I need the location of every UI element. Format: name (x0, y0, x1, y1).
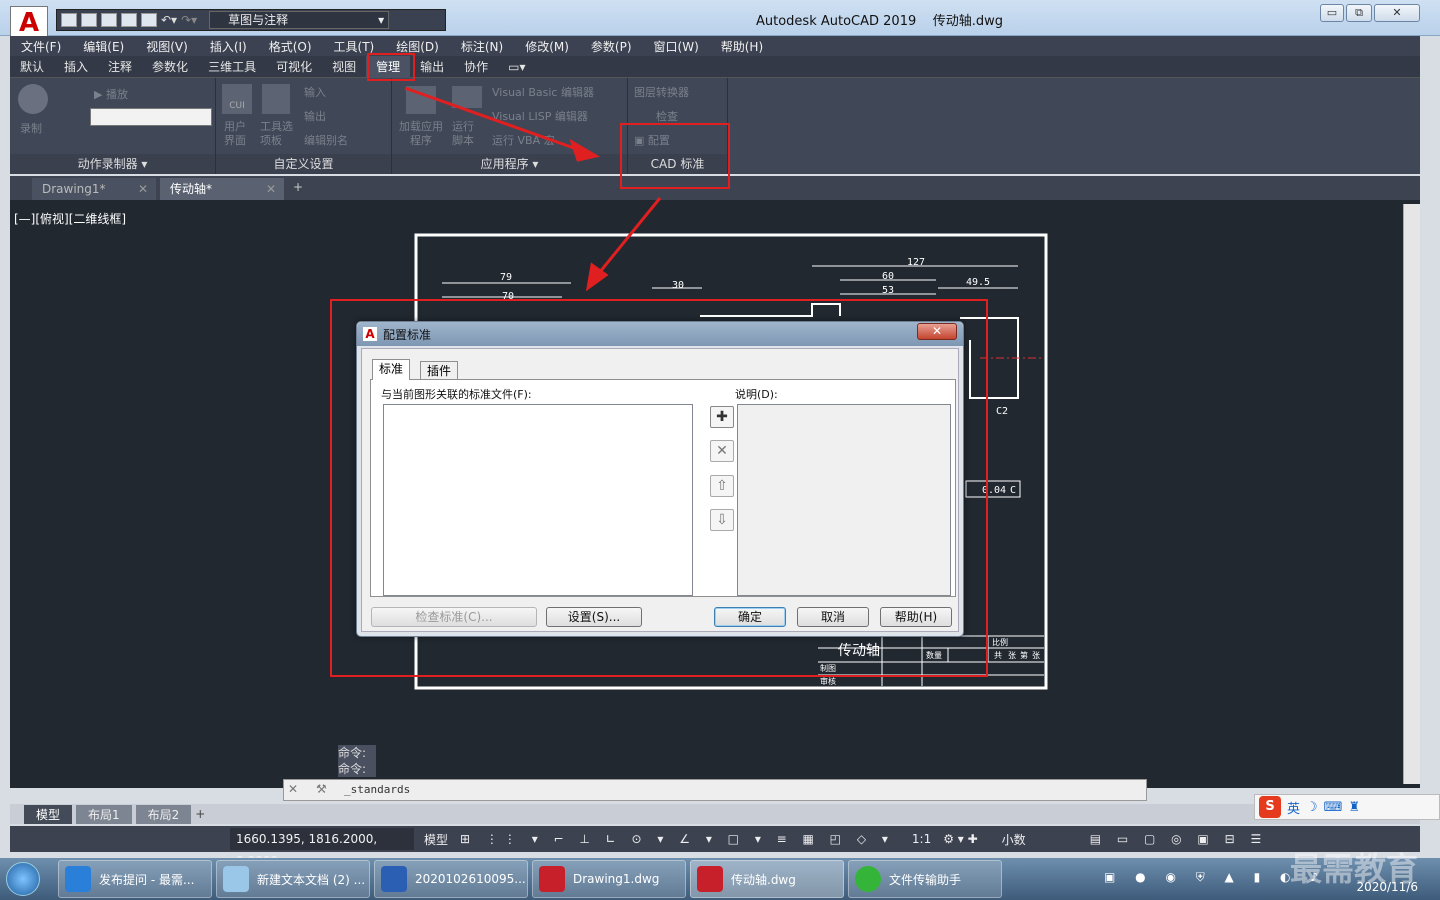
autocad-icon (697, 866, 723, 892)
taskbar-label: 发布提问 - 最需... (99, 872, 195, 887)
ie-icon (65, 866, 91, 892)
annotation-arrowhead (569, 138, 601, 162)
layout-tab-model[interactable]: 模型 (24, 804, 73, 824)
title-cell: 共 (994, 651, 1002, 660)
taskbar-label: 新建文本文档 (2) ... (257, 872, 366, 887)
model-space-toggle[interactable]: 模型 (424, 831, 448, 848)
taskbar-item-drawing1[interactable]: Drawing1.dwg (532, 860, 686, 898)
annotation-arrow (404, 86, 586, 154)
taskbar-label: Drawing1.dwg (573, 872, 660, 886)
start-button[interactable] (0, 858, 46, 900)
highlight-cad-standards (620, 123, 730, 189)
title-cell: 第 (1020, 650, 1028, 660)
command-history-line: 命令: (338, 762, 367, 776)
word-icon (381, 866, 407, 892)
taskbar-item-notepad[interactable]: 新建文本文档 (2) ... (216, 860, 370, 898)
tab-standards[interactable]: 标准 (372, 359, 411, 380)
command-input[interactable]: _standards (344, 783, 410, 796)
layout-tabs: 模型 布局1 布局2 + (10, 804, 1420, 824)
annotation-arrow (593, 197, 662, 279)
annotation-scale[interactable]: 1:1 (912, 832, 931, 846)
title-cell: 张 (1008, 651, 1016, 660)
taskbar: 发布提问 - 最需... 新建文本文档 (2) ... 202010261009… (0, 850, 1440, 900)
vertical-scrollbar[interactable] (1403, 204, 1420, 784)
dim-label: 30 (672, 280, 684, 291)
title-cell: 审核 (820, 676, 836, 686)
highlight-dialog (330, 299, 988, 677)
taskbar-label: 传动轴.dwg (731, 872, 796, 887)
wechat-icon (855, 866, 881, 892)
dim-label: 60 (882, 271, 894, 282)
command-history: 命令: 命令: (338, 745, 376, 777)
close-icon[interactable]: ✕ (288, 782, 298, 796)
grid-snap-icons[interactable]: ⊞ ⋮⋮ ▾ ⌐ ⊥ ∟ ⊙ ▾ ∠ ▾ □ ▾ ≡ ▦ ◰ ◇ ▾ (460, 832, 894, 846)
command-line[interactable]: ✕ ⚒ _standards (283, 779, 1147, 801)
command-history-line: 命令: (338, 746, 367, 760)
layout-tab-2[interactable]: 布局2 (135, 804, 192, 824)
notepad-icon (223, 866, 249, 892)
watermark: 最需教育 (1290, 850, 1419, 888)
dim-label: 79 (500, 272, 512, 283)
ime-mode[interactable]: 英 (1287, 798, 1300, 817)
add-layout-button[interactable]: + (195, 807, 205, 821)
shirt-icon[interactable]: ♜ (1348, 800, 1360, 815)
title-cell: 比例 (992, 637, 1008, 647)
title-cell: 张 (1032, 651, 1040, 660)
sogou-icon[interactable]: S (1259, 796, 1281, 818)
windows-logo-icon (6, 862, 40, 896)
taskbar-label: 文件传输助手 (889, 872, 962, 887)
units-selector[interactable]: 小数 (1002, 831, 1026, 848)
keyboard-icon[interactable]: ⌨ (1324, 800, 1343, 815)
taskbar-item-word[interactable]: 2020102610095... (374, 860, 528, 898)
highlight-manage-tab (367, 53, 415, 81)
datum-label: C (1010, 485, 1016, 496)
moon-icon[interactable]: ☽ (1306, 800, 1318, 815)
status-tool-icons[interactable]: ▤ ▭ ▢ ◎ ▣ ⊟ ☰ (1090, 832, 1268, 846)
coordinate-readout[interactable]: 1660.1395, 1816.2000, 0.0000 (230, 828, 414, 868)
taskbar-item-wechat[interactable]: 文件传输助手 (848, 860, 1002, 898)
layout-tab-1[interactable]: 布局1 (76, 804, 132, 824)
dimension-lines (442, 265, 1018, 298)
dim-label: 53 (882, 285, 894, 296)
autocad-icon (539, 866, 565, 892)
taskbar-label: 2020102610095... (415, 872, 526, 886)
wrench-icon[interactable]: ⚒ (316, 782, 327, 796)
dim-label: 49.5 (966, 277, 990, 288)
dim-label: 127 (907, 257, 925, 268)
status-bar: 1660.1395, 1816.2000, 0.0000 模型 ⊞ ⋮⋮ ▾ ⌐… (10, 826, 1420, 868)
gear-icon[interactable]: ⚙ ▾ ✚ (943, 832, 977, 846)
ime-toolbar[interactable]: S 英 ☽ ⌨ ♜ (1254, 794, 1440, 820)
dim-label: C2 (996, 406, 1008, 417)
taskbar-item-ie[interactable]: 发布提问 - 最需... (58, 860, 212, 898)
taskbar-item-transmission[interactable]: 传动轴.dwg (690, 860, 844, 898)
